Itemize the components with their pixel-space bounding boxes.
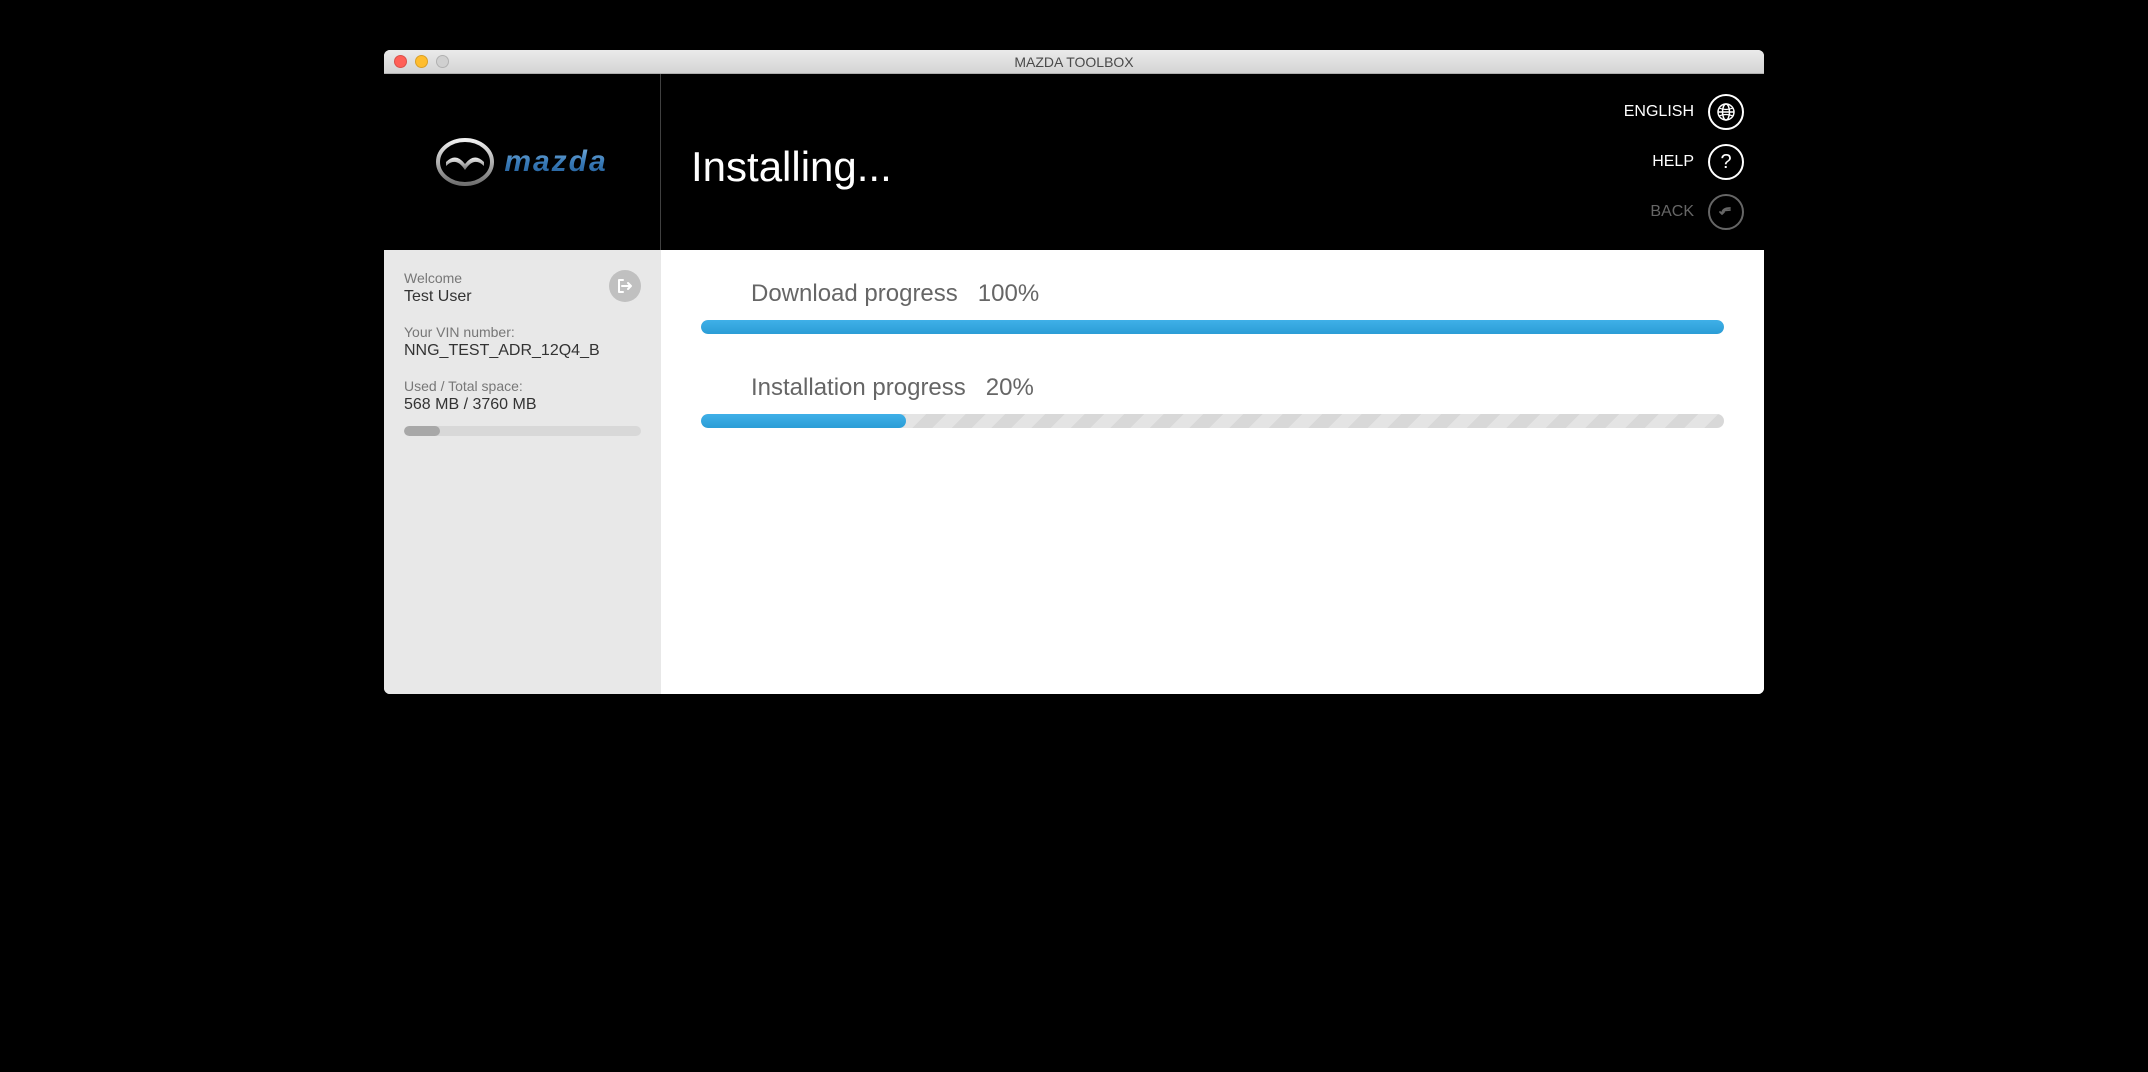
main-content: Download progress 100% Installation prog… [661, 250, 1764, 694]
installation-progress-percent: 20% [986, 374, 1034, 402]
page-title: Installing... [691, 143, 892, 191]
minimize-window-button[interactable] [415, 55, 428, 68]
help-label: HELP [1652, 153, 1694, 171]
window-title: MAZDA TOOLBOX [384, 54, 1764, 70]
user-name: Test User [404, 288, 472, 306]
titlebar[interactable]: MAZDA TOOLBOX [384, 50, 1764, 74]
logo-area: mazda [384, 74, 661, 250]
back-label: BACK [1650, 203, 1694, 221]
logout-icon [616, 277, 634, 295]
globe-icon [1708, 94, 1744, 130]
space-label: Used / Total space: [404, 378, 641, 394]
installation-progress-section: Installation progress 20% [701, 374, 1724, 428]
mazda-emblem-icon [436, 138, 494, 186]
download-progress-bar [701, 320, 1724, 334]
mazda-logo: mazda [436, 138, 607, 186]
app-window: MAZDA TOOLBOX mazda [384, 50, 1764, 694]
app-body: Welcome Test User Your VIN number: NNG_T… [384, 250, 1764, 694]
vin-value: NNG_TEST_ADR_12Q4_B [404, 342, 641, 360]
download-progress-section: Download progress 100% [701, 280, 1724, 334]
download-progress-fill [701, 320, 1724, 334]
space-value: 568 MB / 3760 MB [404, 396, 641, 414]
download-progress-label: Download progress [751, 280, 958, 308]
sidebar: Welcome Test User Your VIN number: NNG_T… [384, 250, 661, 694]
logo-text: mazda [504, 145, 607, 179]
installation-progress-bar [701, 414, 1724, 428]
installation-progress-label: Installation progress [751, 374, 966, 402]
download-progress-percent: 100% [978, 280, 1039, 308]
app-header: mazda Installing... ENGLISH [384, 74, 1764, 250]
close-window-button[interactable] [394, 55, 407, 68]
back-arrow-icon [1708, 194, 1744, 230]
welcome-section: Welcome Test User [404, 270, 641, 306]
header-main: Installing... ENGLISH H [661, 74, 1764, 250]
language-button[interactable]: ENGLISH [1624, 94, 1744, 130]
space-section: Used / Total space: 568 MB / 3760 MB [404, 378, 641, 436]
question-icon: ? [1708, 144, 1744, 180]
header-controls: ENGLISH HELP ? [1624, 74, 1744, 250]
maximize-window-button [436, 55, 449, 68]
vin-section: Your VIN number: NNG_TEST_ADR_12Q4_B [404, 324, 641, 360]
back-button: BACK [1650, 194, 1744, 230]
traffic-lights [384, 55, 449, 68]
vin-label: Your VIN number: [404, 324, 641, 340]
logout-button[interactable] [609, 270, 641, 302]
storage-bar [404, 426, 641, 436]
welcome-label: Welcome [404, 270, 472, 286]
help-button[interactable]: HELP ? [1652, 144, 1744, 180]
installation-progress-fill [701, 414, 906, 428]
storage-fill [404, 426, 440, 436]
language-label: ENGLISH [1624, 103, 1694, 121]
